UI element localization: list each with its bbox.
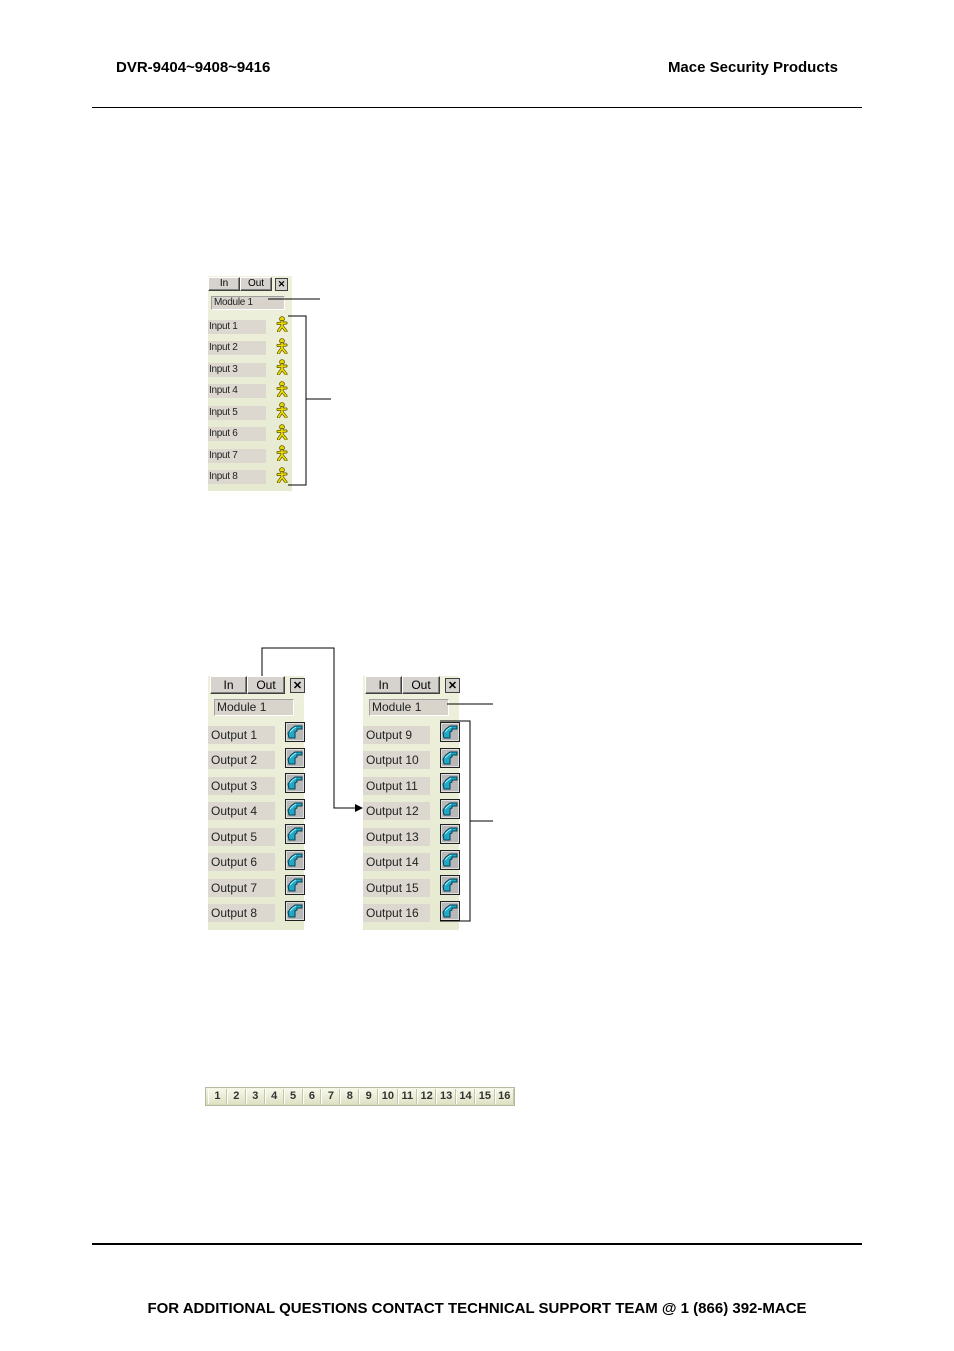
module-button-12[interactable]: 12 [416, 1089, 437, 1104]
module-button-7[interactable]: 7 [321, 1089, 341, 1104]
annotation-lines [261, 298, 493, 922]
module-button-14[interactable]: 14 [455, 1089, 476, 1104]
module-button-10[interactable]: 10 [378, 1089, 398, 1104]
arrow-head-icon [355, 804, 363, 812]
inputs-bracket [288, 315, 307, 486]
footer-support-text: FOR ADDITIONAL QUESTIONS CONTACT TECHNIC… [147, 1300, 807, 1317]
module-button-5[interactable]: 5 [283, 1089, 303, 1104]
module-button-13[interactable]: 13 [436, 1089, 456, 1104]
module-button-15[interactable]: 15 [475, 1089, 495, 1104]
module-button-9[interactable]: 9 [359, 1089, 379, 1104]
module-button-16[interactable]: 16 [494, 1089, 514, 1104]
footer-divider [92, 1243, 862, 1245]
module-number-bar: 1 2 3 4 5 6 7 8 9 10 11 12 13 14 15 16 [205, 1087, 515, 1106]
module-button-6[interactable]: 6 [302, 1089, 322, 1104]
module-button-3[interactable]: 3 [245, 1089, 265, 1104]
module-button-1[interactable]: 1 [208, 1089, 227, 1104]
module-button-2[interactable]: 2 [226, 1089, 246, 1104]
module-button-8[interactable]: 8 [340, 1089, 360, 1104]
module-button-11[interactable]: 11 [397, 1089, 417, 1104]
module-button-4[interactable]: 4 [264, 1089, 284, 1104]
outputs-bracket [440, 720, 471, 922]
out-tab-arrow-line [261, 647, 356, 809]
